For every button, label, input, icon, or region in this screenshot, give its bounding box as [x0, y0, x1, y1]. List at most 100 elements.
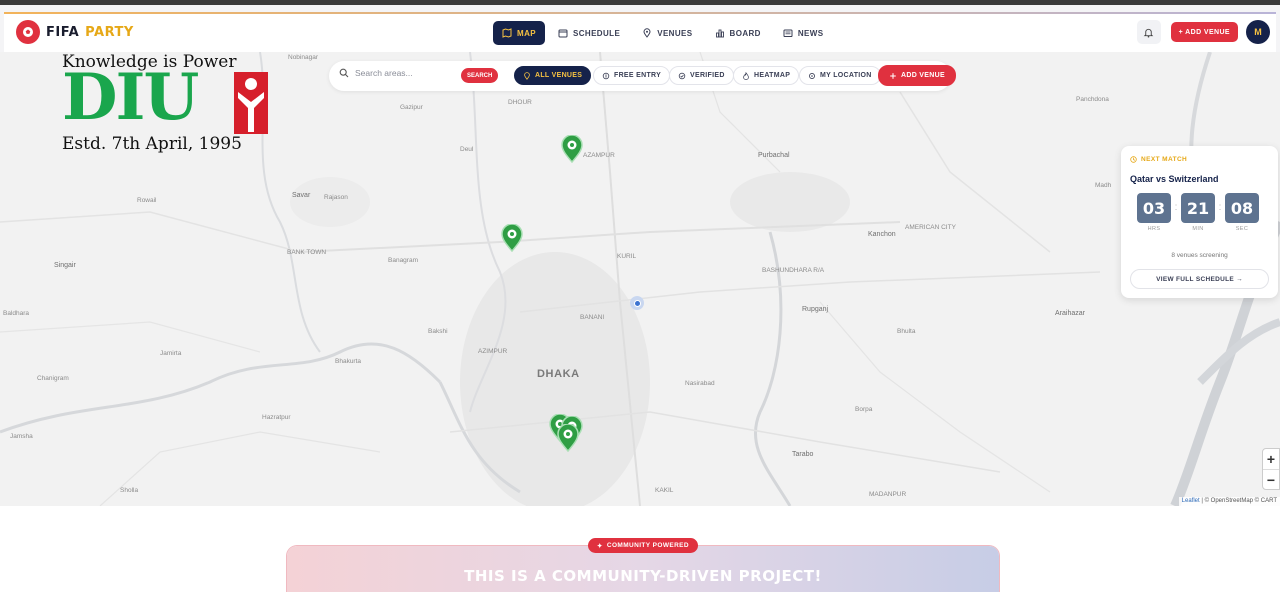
map-label-borpa: Borpa — [855, 406, 873, 413]
map-label-rupganj: Rupganj — [802, 306, 829, 313]
map-label-american-city: AMERICAN CITY — [905, 224, 956, 231]
map-label-kakil: KAKIL — [655, 487, 674, 494]
map-label-banani: BANANI — [580, 314, 605, 321]
map-label-banagram: Banagram — [388, 257, 418, 264]
map-pin-icon — [501, 223, 523, 253]
add-venue-toolbar-button[interactable]: ADD VENUE — [878, 65, 956, 86]
nav-schedule-label: SCHEDULE — [572, 28, 621, 38]
map-label-jamsha: Jamsha — [10, 433, 33, 440]
venue-pin[interactable] — [556, 423, 580, 453]
zoom-control: + − — [1262, 448, 1280, 490]
map-icon — [502, 28, 512, 38]
bell-icon — [1143, 28, 1154, 38]
view-full-schedule-button[interactable]: VIEW FULL SCHEDULE → — [1130, 269, 1269, 289]
countdown-minutes-value: 21 — [1181, 193, 1215, 223]
ticket-icon — [602, 72, 610, 79]
handshake-icon: ✦ — [597, 542, 603, 550]
countdown-seconds-value: 08 — [1225, 193, 1259, 223]
bar-chart-icon — [715, 29, 724, 38]
countdown-separator: : — [1218, 202, 1222, 213]
watermark-established: Estd. 7th April, 1995 — [62, 134, 242, 154]
next-match-card: NEXT MATCH Qatar vs Switzerland 03 HRS :… — [1121, 146, 1278, 298]
user-avatar[interactable]: M — [1246, 20, 1270, 44]
clock-icon — [1130, 156, 1137, 163]
nav-board[interactable]: BOARD — [706, 21, 770, 45]
venues-screening-count: 8 venues screening — [1171, 252, 1228, 259]
map-pin-icon — [557, 423, 579, 453]
filter-all-venues-label: ALL VENUES — [535, 72, 583, 79]
filter-my-location[interactable]: MY LOCATION — [799, 66, 881, 85]
map-label-purbachal: Purbachal — [758, 152, 790, 159]
next-match-header: NEXT MATCH — [1130, 156, 1187, 163]
map-label-bakshi: Bakshi — [428, 328, 448, 335]
brand[interactable]: FIFA PARTY — [16, 20, 134, 44]
countdown-hours-value: 03 — [1137, 193, 1171, 223]
filter-my-location-label: MY LOCATION — [820, 72, 872, 79]
filter-free-entry-label: FREE ENTRY — [614, 72, 662, 79]
zoom-in-button[interactable]: + — [1263, 449, 1279, 469]
flame-icon — [743, 71, 749, 80]
search-input[interactable] — [355, 68, 453, 78]
filter-verified[interactable]: VERIFIED — [669, 66, 734, 85]
map-label-dhaka: DHAKA — [537, 368, 580, 380]
venue-pin[interactable] — [500, 223, 524, 253]
nav-news[interactable]: NEWS — [774, 21, 833, 45]
search-button[interactable]: SEARCH — [461, 68, 499, 83]
map-label-nasirabad: Nasirabad — [685, 380, 715, 387]
football-icon — [16, 20, 40, 44]
community-section: ✦ COMMUNITY POWERED THIS IS A COMMUNITY-… — [0, 506, 1280, 592]
filter-heatmap[interactable]: HEATMAP — [733, 66, 800, 85]
map-label-nobinagar: Nobinagar — [288, 54, 318, 61]
crosshair-icon — [809, 72, 815, 79]
map-label-bashundhara: BASHUNDHARA R/A — [762, 267, 825, 274]
nav-venues[interactable]: VENUES — [633, 21, 701, 45]
map-label-tarabo: Tarabo — [792, 451, 814, 458]
countdown-minutes: 21 MIN — [1180, 193, 1216, 232]
nav-map[interactable]: MAP — [493, 21, 545, 45]
check-circle-icon — [678, 72, 686, 79]
notifications-button[interactable] — [1136, 20, 1161, 44]
map-label-rajason: Rajason — [324, 194, 348, 201]
map-label-dhour: DHOUR — [508, 99, 532, 106]
map-toolbar: SEARCH ALL VENUES FREE ENTRY VERIFIED HE… — [329, 61, 956, 91]
zoom-out-button[interactable]: − — [1263, 469, 1279, 489]
map-label-kuril: KURIL — [617, 253, 637, 260]
map-label-kanchon: Kanchon — [868, 231, 896, 238]
top-navbar: FIFA PARTY MAP SCHEDULE VENUES BOARD NEW… — [4, 12, 1276, 52]
map-label-bhakurta: Bhakurta — [335, 358, 362, 365]
leaflet-link[interactable]: Leaflet — [1182, 498, 1200, 504]
add-venue-nav-button[interactable]: + ADD VENUE — [1170, 22, 1238, 42]
map-label-panchdona: Panchdona — [1076, 96, 1109, 103]
map-label-chanigram: Chanigram — [37, 375, 69, 382]
map-label-azimpur: AZIMPUR — [478, 348, 508, 355]
filter-verified-label: VERIFIED — [690, 72, 725, 79]
window-top-strip — [0, 0, 1280, 5]
filter-free-entry[interactable]: FREE ENTRY — [593, 66, 671, 85]
map-label-savar: Savar — [292, 192, 311, 199]
main-nav: MAP SCHEDULE VENUES BOARD NEWS — [493, 21, 832, 45]
nav-board-label: BOARD — [729, 28, 761, 38]
filter-all-venues[interactable]: ALL VENUES — [514, 66, 592, 85]
countdown-hours-caption: HRS — [1147, 226, 1161, 232]
countdown-minutes-caption: MIN — [1192, 226, 1204, 232]
countdown-seconds: 08 SEC — [1224, 193, 1260, 232]
nav-actions: + ADD VENUE M — [1136, 20, 1270, 44]
community-badge-label: COMMUNITY POWERED — [606, 542, 690, 549]
attribution-text: | © OpenStreetMap © CART — [1199, 498, 1277, 504]
map-label-madh: Madh — [1095, 182, 1112, 189]
map-label-deul: Deul — [460, 146, 474, 153]
search-icon — [339, 68, 349, 78]
map-label-hazratpur: Hazratpur — [262, 414, 291, 421]
map-label-gazipur: Gazipur — [400, 104, 423, 111]
map-label-azampur: AZAMPUR — [583, 152, 615, 159]
plus-icon — [890, 72, 896, 79]
nav-schedule[interactable]: SCHEDULE — [549, 21, 629, 45]
map-label-madanpur: MADANPUR — [869, 491, 907, 498]
map-label-singair: Singair — [54, 262, 76, 269]
venue-pin[interactable] — [560, 134, 584, 164]
nav-news-label: NEWS — [797, 28, 824, 38]
map-label-rowail: Rowail — [137, 197, 157, 204]
filter-heatmap-label: HEATMAP — [754, 72, 791, 79]
add-venue-toolbar-label: ADD VENUE — [901, 72, 945, 79]
next-match-label: NEXT MATCH — [1141, 156, 1188, 163]
